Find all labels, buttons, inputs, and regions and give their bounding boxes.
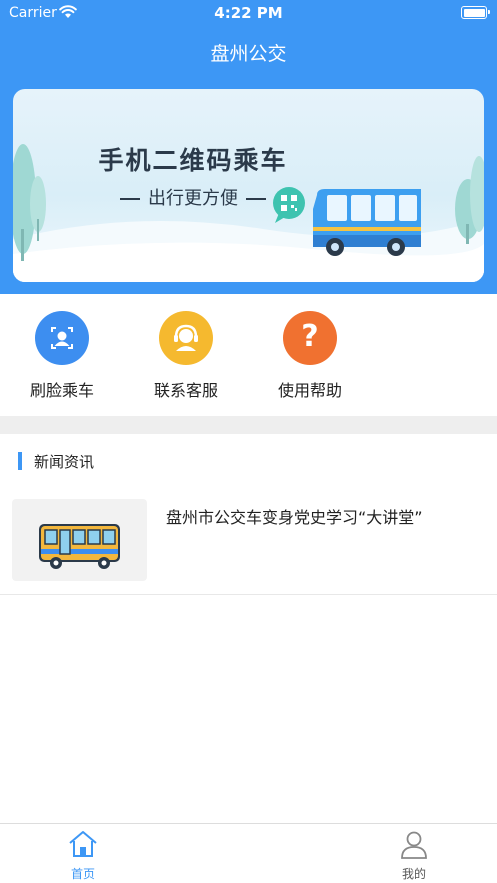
home-icon (69, 831, 97, 857)
tab-label: 首页 (70, 867, 95, 881)
promo-banner[interactable]: 手机二维码乘车 出行更方便 (13, 89, 484, 282)
question-icon: ? (283, 311, 337, 365)
banner-subtitle: 出行更方便 (88, 184, 298, 210)
tab-label: 我的 (401, 867, 426, 881)
news-section-header: 新闻资讯 (0, 434, 497, 488)
tab-home[interactable]: 首页 (43, 828, 123, 882)
question-glyph: ? (301, 319, 319, 354)
clock: 4:22 PM (214, 4, 283, 22)
section-divider (0, 416, 497, 434)
face-ride-button[interactable]: 刷脸乘车 (7, 311, 117, 401)
quick-actions: 刷脸乘车 联系客服 ? 使用帮助 (0, 294, 497, 416)
action-label: 联系客服 (153, 381, 218, 400)
app-screen: Carrier 4:22 PM 盘州公交 手机二维码乘车 出行更方便 刷脸乘车 … (0, 0, 497, 883)
tab-profile[interactable]: 我的 (374, 828, 454, 882)
bus-illustration (313, 189, 421, 256)
banner-title: 手机二维码乘车 (98, 146, 288, 175)
tab-bar: 首页 我的 (0, 823, 497, 883)
section-accent-bar (18, 452, 22, 470)
status-bar: Carrier 4:22 PM (0, 0, 497, 26)
action-label: 使用帮助 (277, 381, 342, 400)
action-label: 刷脸乘车 (29, 381, 94, 400)
news-heading: 新闻资讯 (34, 453, 95, 471)
help-button[interactable]: ? 使用帮助 (255, 311, 365, 401)
news-thumbnail (12, 499, 147, 581)
customer-service-button[interactable]: 联系客服 (131, 311, 241, 401)
news-title: 盘州市公交车变身党史学习“大讲堂” (166, 508, 423, 527)
divider (246, 198, 266, 200)
divider (120, 198, 140, 200)
banner-subtitle-text: 出行更方便 (148, 188, 238, 209)
headset-icon (159, 311, 213, 365)
news-list-item[interactable]: 盘州市公交车变身党史学习“大讲堂” (0, 488, 497, 595)
bus-icon (39, 524, 120, 569)
face-scan-icon (35, 311, 89, 365)
page-title: 盘州公交 (210, 43, 287, 65)
battery-icon (461, 6, 490, 19)
user-icon (401, 831, 427, 859)
header: Carrier 4:22 PM 盘州公交 手机二维码乘车 出行更方便 (0, 0, 497, 294)
